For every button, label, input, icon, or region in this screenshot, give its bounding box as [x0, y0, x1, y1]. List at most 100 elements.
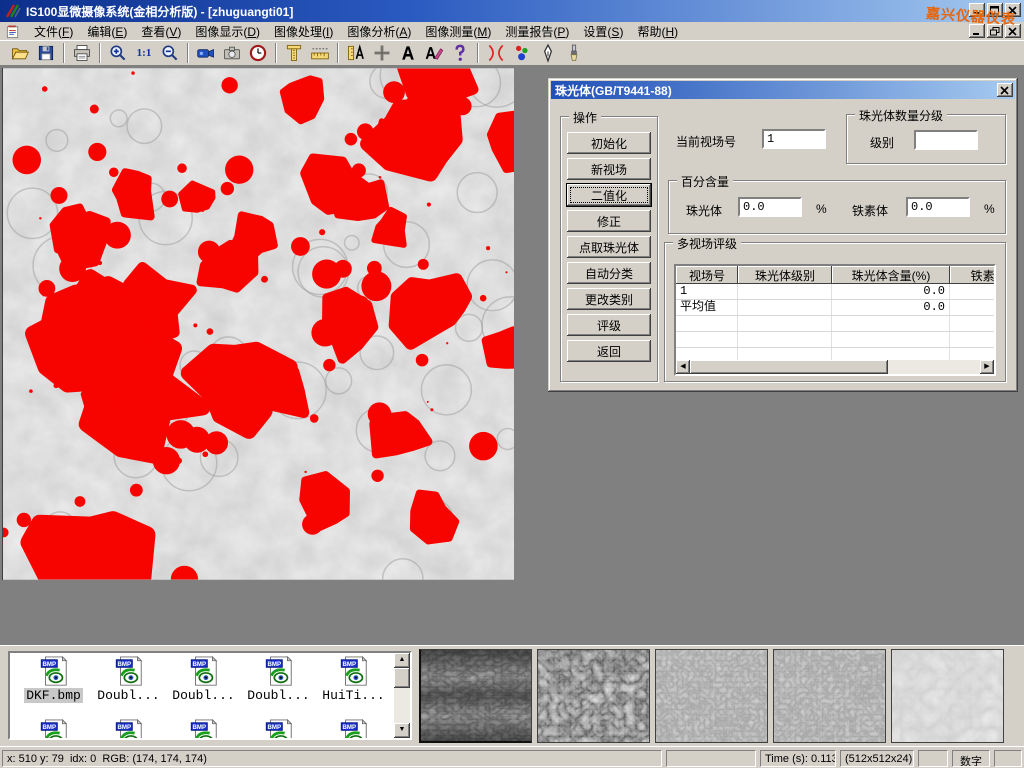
file-list-scrollbar[interactable]: ▲ ▼ [394, 653, 410, 738]
op-button-2[interactable]: 二值化 [567, 184, 651, 206]
svg-text:BMP: BMP [267, 661, 281, 668]
child-close-button[interactable] [1005, 24, 1021, 38]
grade-input[interactable] [914, 130, 978, 150]
child-minimize-button[interactable] [969, 24, 985, 38]
table-header-1[interactable]: 珠光体级别 [738, 266, 832, 284]
file-label-3: Doubl... [245, 688, 311, 703]
help-icon [450, 43, 470, 63]
scroll-right-button[interactable]: ▶ [980, 360, 994, 374]
clock-button[interactable] [245, 42, 271, 65]
dialog-close-button[interactable] [997, 83, 1013, 97]
op-button-1[interactable]: 新视场 [567, 158, 651, 180]
thumbnail-4[interactable] [891, 649, 1004, 743]
text-edit-icon [424, 43, 444, 63]
file-item-row2-3[interactable]: BMP [241, 719, 316, 740]
ruler-button[interactable] [307, 42, 333, 65]
op-button-8[interactable]: 返回 [567, 340, 651, 362]
svg-text:BMP: BMP [42, 661, 56, 668]
menu-item-1[interactable]: 编辑(E) [80, 21, 134, 42]
vscroll-thumb[interactable] [394, 668, 410, 688]
file-item-4[interactable]: BMPHuiTi... [316, 656, 391, 703]
save-button[interactable] [33, 42, 59, 65]
menu-bar: 文件(F)编辑(E)查看(V)图像显示(D)图像处理(I)图像分析(A)图像测量… [0, 22, 1024, 40]
zoom-out-button[interactable] [157, 42, 183, 65]
pen-tool-button[interactable] [535, 42, 561, 65]
menu-item-3[interactable]: 图像显示(D) [188, 21, 267, 42]
file-item-2[interactable]: BMPDoubl... [166, 656, 241, 703]
print-button[interactable] [69, 42, 95, 65]
actual-size-button[interactable]: 1:1 [131, 42, 157, 65]
toolbar-separator [63, 43, 65, 63]
menu-item-6[interactable]: 图像测量(M) [418, 21, 498, 42]
video-camera-button[interactable] [193, 42, 219, 65]
file-item-row2-4[interactable]: BMP [316, 719, 391, 740]
phase-color-button[interactable] [509, 42, 535, 65]
menu-item-9[interactable]: 帮助(H) [630, 21, 685, 42]
scroll-down-button[interactable]: ▼ [394, 723, 410, 738]
file-list[interactable]: BMPDKF.bmpBMPDoubl...BMPDoubl...BMPDoubl… [8, 651, 412, 740]
brush-tool-button[interactable] [561, 42, 587, 65]
op-button-5[interactable]: 自动分类 [567, 262, 651, 284]
thumbnail-1[interactable] [537, 649, 650, 743]
open-button[interactable] [7, 42, 33, 65]
current-field-input[interactable]: 1 [762, 129, 826, 149]
thumbnail-3[interactable] [773, 649, 886, 743]
close-button[interactable] [1005, 3, 1021, 17]
bottom-panel: BMPDKF.bmpBMPDoubl...BMPDoubl...BMPDoubl… [0, 645, 1024, 746]
text-edit-button[interactable] [421, 42, 447, 65]
mode-panel: 数字 [952, 750, 990, 767]
file-label-2: Doubl... [170, 688, 236, 703]
menu-item-8[interactable]: 设置(S) [576, 21, 630, 42]
micrograph-image[interactable] [2, 68, 514, 580]
op-button-0[interactable]: 初始化 [567, 132, 651, 154]
table-header-3[interactable]: 铁素体含量(%) [950, 266, 996, 284]
dialog-title-bar[interactable]: 珠光体(GB/T9441-88) [551, 81, 1015, 99]
maximize-button[interactable] [987, 3, 1003, 17]
file-item-0[interactable]: BMPDKF.bmp [16, 656, 91, 703]
file-item-row2-1[interactable]: BMP [91, 719, 166, 740]
table-header-0[interactable]: 视场号 [676, 266, 738, 284]
caliper-icon [284, 43, 304, 63]
ferrite-percent-input[interactable]: 0.0 [906, 197, 970, 217]
thumbnail-2[interactable] [655, 649, 768, 743]
table-row-3[interactable] [676, 332, 994, 348]
table-row-0[interactable]: 10.0 [676, 284, 994, 300]
table-row-1[interactable]: 平均值0.0 [676, 300, 994, 316]
file-item-row2-2[interactable]: BMP [166, 719, 241, 740]
op-button-3[interactable]: 修正 [567, 210, 651, 232]
help-button[interactable] [447, 42, 473, 65]
file-item-3[interactable]: BMP Doubl... [241, 656, 316, 703]
table-cell-3-1 [738, 332, 832, 347]
child-restore-button[interactable] [987, 24, 1003, 38]
op-button-4[interactable]: 点取珠光体 [567, 236, 651, 258]
file-item-1[interactable]: BMPDoubl... [91, 656, 166, 703]
scroll-left-button[interactable]: ◀ [676, 360, 690, 374]
menu-item-4[interactable]: 图像处理(I) [267, 21, 340, 42]
hscroll-track[interactable] [888, 360, 980, 374]
table-row-2[interactable] [676, 316, 994, 332]
table-header-2[interactable]: 珠光体含量(%) [832, 266, 950, 284]
menu-item-2[interactable]: 查看(V) [134, 21, 188, 42]
scroll-up-button[interactable]: ▲ [394, 653, 410, 668]
caliper-button[interactable] [281, 42, 307, 65]
file-item-row2-0[interactable]: BMP [16, 719, 91, 740]
table-hscrollbar[interactable]: ◀ ▶ [676, 360, 994, 374]
zoom-in-button[interactable] [105, 42, 131, 65]
op-button-6[interactable]: 更改类别 [567, 288, 651, 310]
hscroll-thumb[interactable] [690, 360, 888, 374]
table-cell-2-2 [832, 316, 950, 331]
menu-item-7[interactable]: 测量报告(P) [498, 21, 576, 42]
op-button-7[interactable]: 评级 [567, 314, 651, 336]
menu-item-0[interactable]: 文件(F) [27, 21, 80, 42]
measure-scale-button[interactable] [343, 42, 369, 65]
minimize-button[interactable] [969, 3, 985, 17]
menu-item-5[interactable]: 图像分析(A) [340, 21, 418, 42]
grid-button[interactable] [369, 42, 395, 65]
camera-button[interactable] [219, 42, 245, 65]
text-button[interactable] [395, 42, 421, 65]
thumbnail-0[interactable] [419, 649, 532, 743]
curve-tool-button[interactable] [483, 42, 509, 65]
empty-panel-3 [994, 750, 1022, 767]
pearlite-dialog: 珠光体(GB/T9441-88) 操作 初始化新视场二值化修正点取珠光体自动分类… [548, 78, 1018, 392]
pearlite-percent-input[interactable]: 0.0 [738, 197, 802, 217]
